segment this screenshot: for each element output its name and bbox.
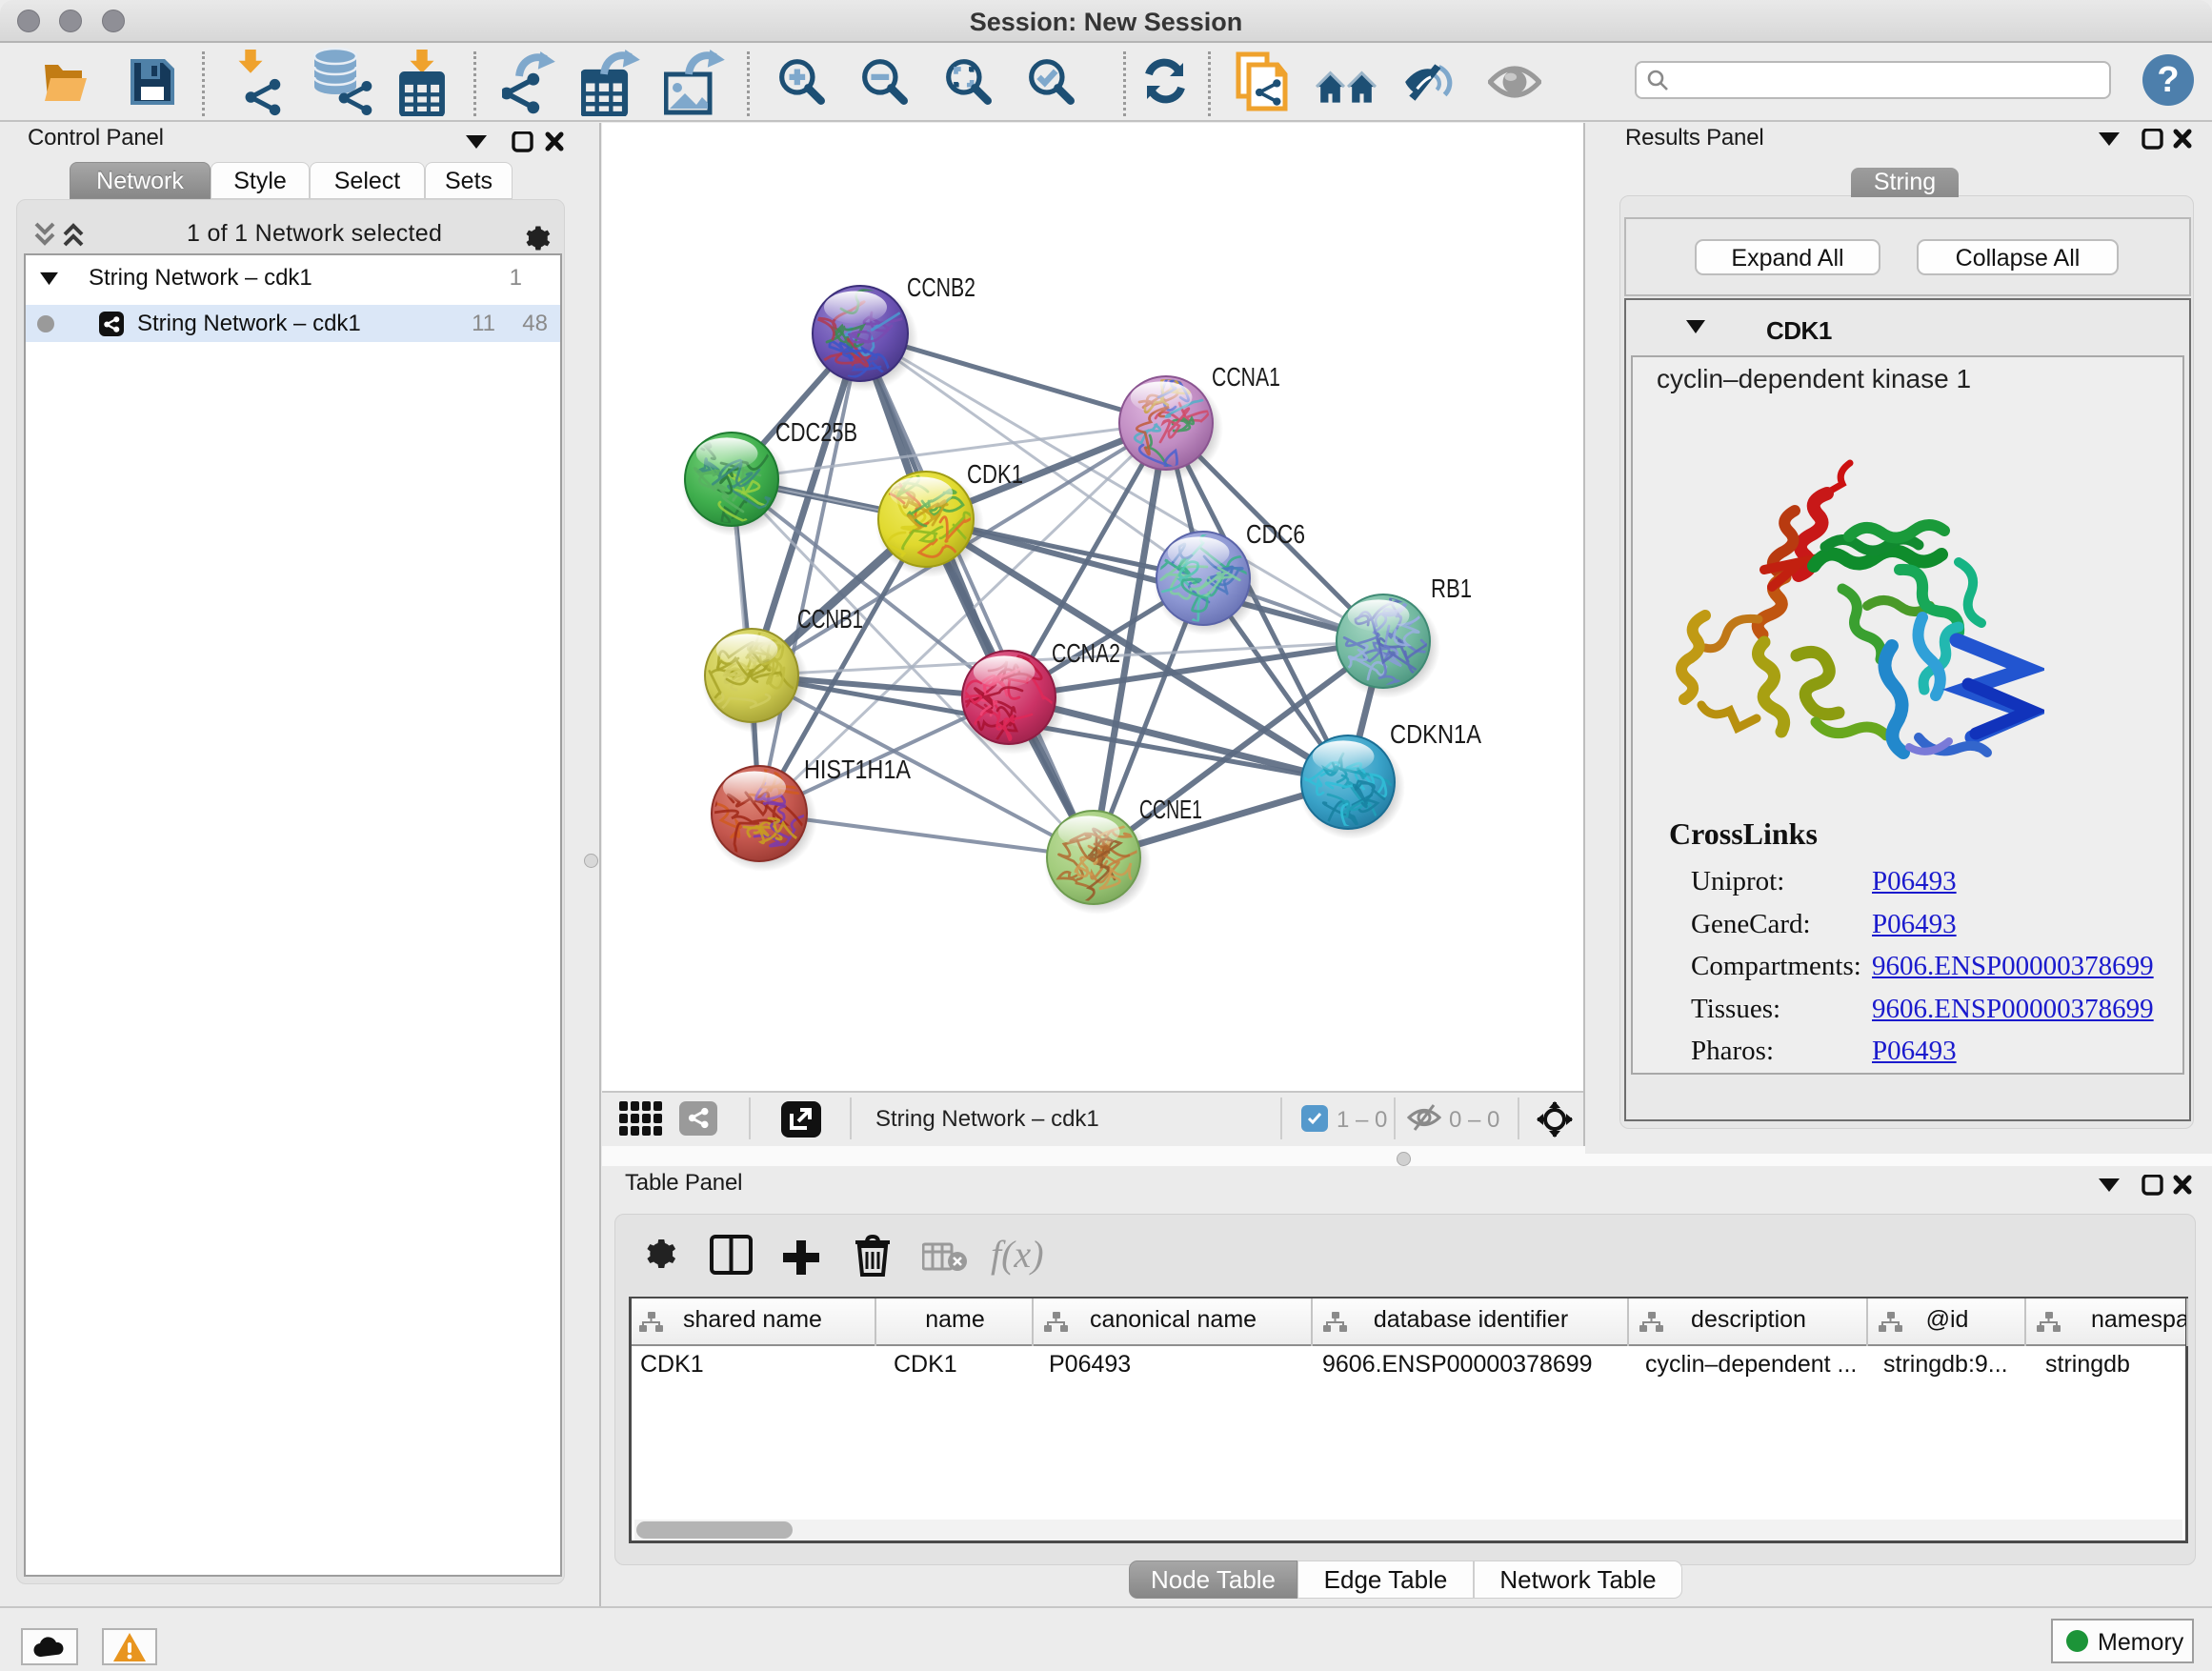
- svg-text:CDKN1A: CDKN1A: [1390, 719, 1481, 749]
- svg-text:CCNA1: CCNA1: [1212, 362, 1280, 392]
- svg-text:CDC25B: CDC25B: [775, 417, 857, 447]
- svg-text:CCNB2: CCNB2: [907, 272, 975, 302]
- svg-text:CDC6: CDC6: [1246, 519, 1305, 549]
- svg-text:CDK1: CDK1: [967, 459, 1023, 489]
- svg-text:CCNB1: CCNB1: [797, 604, 863, 634]
- svg-text:CCNE1: CCNE1: [1139, 795, 1202, 824]
- svg-text:HIST1H1A: HIST1H1A: [804, 755, 911, 784]
- svg-text:RB1: RB1: [1431, 574, 1472, 603]
- svg-text:CCNA2: CCNA2: [1052, 638, 1120, 668]
